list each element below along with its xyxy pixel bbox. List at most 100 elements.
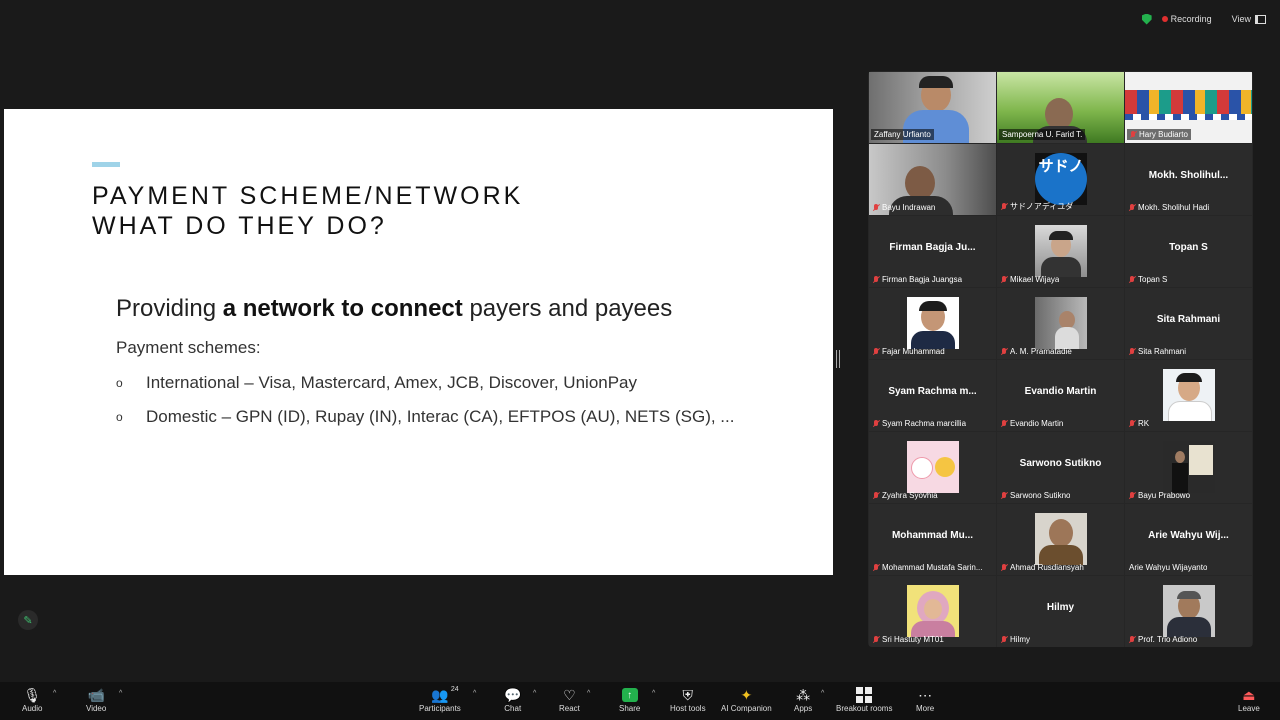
participant-name: Syam Rachma marcillia [873, 419, 966, 428]
participant-tile[interactable]: RK [1125, 360, 1252, 431]
participant-tile[interactable]: Zaffany Urfianto [869, 72, 996, 143]
participant-tile[interactable]: Syam Rachma m... Syam Rachma marcillia [869, 360, 996, 431]
react-button[interactable]: ♡ React [559, 686, 580, 714]
participant-name: Hary Budiarto [1127, 129, 1191, 140]
participant-tile[interactable]: Topan S Topan S [1125, 216, 1252, 287]
participant-tile[interactable]: Fajar Muhammad [869, 288, 996, 359]
video-options-chevron-icon[interactable]: ^ [119, 690, 122, 697]
leave-button[interactable]: ⏏ Leave [1238, 686, 1260, 714]
encryption-shield-icon[interactable] [1141, 13, 1152, 25]
participant-tile[interactable]: Evandio Martin Evandio Martin [997, 360, 1124, 431]
participant-name: Mokh. Sholihul Hadi [1129, 203, 1209, 212]
participant-tile[interactable]: Sarwono Sutikno Sarwono Sutikno [997, 432, 1124, 503]
participant-tile[interactable]: Prof. Trio Adiono [1125, 576, 1252, 647]
participant-tile[interactable]: Sita Rahmani Sita Rahmani [1125, 288, 1252, 359]
mic-muted-icon [873, 203, 879, 212]
participant-avatar [907, 441, 959, 493]
participant-name: Firman Bagja Juangsa [873, 275, 962, 284]
annotate-pencil-button[interactable]: ✎ [18, 610, 38, 630]
audio-options-chevron-icon[interactable]: ^ [53, 690, 56, 697]
mic-muted-icon [1001, 202, 1007, 211]
leave-door-icon: ⏏ [1242, 686, 1256, 703]
participant-tile[interactable]: Mikael Wijaya [997, 216, 1124, 287]
avatar-logo-text: サドノ [1035, 153, 1087, 205]
recording-indicator[interactable]: Recording [1161, 14, 1212, 24]
mic-muted-icon [873, 635, 879, 644]
apps-options-chevron-icon[interactable]: ^ [821, 690, 824, 697]
participant-tile[interactable]: Hilmy Hilmy [997, 576, 1124, 647]
video-button[interactable]: 📹 Video [86, 686, 106, 714]
participant-avatar [1163, 585, 1215, 637]
breakout-rooms-button[interactable]: Breakout rooms [836, 686, 892, 713]
participant-name: Ahmad Rusdiansyah [1001, 563, 1084, 572]
participant-name: Sita Rahmani [1129, 347, 1186, 356]
more-label: More [916, 704, 935, 713]
participant-tile[interactable]: Arie Wahyu Wij... Arie Wahyu Wijayanto [1125, 504, 1252, 575]
leave-label: Leave [1238, 704, 1260, 713]
shared-screen-slide: PAYMENT SCHEME/NETWORK WHAT DO THEY DO? … [4, 109, 833, 575]
participant-tile[interactable]: Mokh. Sholihul... Mokh. Sholihul Hadi [1125, 144, 1252, 215]
apps-button[interactable]: ⁂ Apps [794, 686, 812, 714]
participant-tile[interactable]: Zyahra Syovhia [869, 432, 996, 503]
chat-options-chevron-icon[interactable]: ^ [533, 690, 536, 697]
share-button[interactable]: ↑ Share [619, 686, 640, 713]
video-camera-icon: 📹 [87, 686, 105, 703]
participant-display-name: Arie Wahyu Wij... [1148, 530, 1229, 541]
participant-name: Bayu Indrawan [873, 203, 935, 212]
mic-muted-icon [1129, 491, 1135, 500]
participants-icon: 👥 24 [431, 686, 459, 703]
participant-name: RK [1129, 419, 1149, 428]
mic-muted-icon [873, 563, 879, 572]
view-button[interactable]: View [1232, 14, 1266, 24]
mic-muted-icon [873, 491, 879, 500]
ai-companion-button[interactable]: ✦ AI Companion [721, 686, 772, 714]
participant-tile[interactable]: Firman Bagja Ju... Firman Bagja Juangsa [869, 216, 996, 287]
mic-muted-icon [1129, 203, 1135, 212]
participant-tile[interactable]: Hary Budiarto [1125, 72, 1252, 143]
slide-subheading: Payment schemes: [116, 338, 261, 357]
participant-display-name: Sita Rahmani [1156, 314, 1221, 325]
participant-tile[interactable]: Bayu Indrawan [869, 144, 996, 215]
participant-gallery: Zaffany Urfianto Sampoerna U. Farid T. H… [868, 71, 1253, 647]
participant-tile[interactable]: Mohammad Mu... Mohammad Mustafa Sarin... [869, 504, 996, 575]
mic-muted-icon [1001, 419, 1007, 428]
participant-tile[interactable]: Bayu Prabowo [1125, 432, 1252, 503]
participant-tile[interactable]: A. M. Pramatadie [997, 288, 1124, 359]
pencil-icon: ✎ [23, 614, 33, 627]
shield-icon: ⛨ [682, 686, 694, 703]
participant-name: Topan S [1129, 275, 1167, 284]
breakout-rooms-label: Breakout rooms [836, 704, 893, 713]
participant-name: Bayu Prabowo [1129, 491, 1190, 500]
slide-title-line-2: WHAT DO THEY DO? [92, 212, 387, 240]
participant-name: Sampoerna U. Farid T. [999, 129, 1086, 140]
apps-icon: ⁂ [796, 686, 811, 703]
react-options-chevron-icon[interactable]: ^ [587, 690, 590, 697]
chat-button[interactable]: 💬 Chat [504, 686, 521, 714]
host-tools-button[interactable]: ⛨ Host tools [670, 686, 706, 714]
more-button[interactable]: ⋯ More [916, 686, 935, 714]
meeting-toolbar: 🎙 Audio ^ 📹 Video ^ 👥 24 Participants ^ 💬… [0, 682, 1280, 720]
mic-muted-icon [873, 275, 879, 284]
slide-bullet: o Domestic – GPN (ID), Rupay (IN), Inter… [116, 407, 734, 427]
participant-display-name: Firman Bagja Ju... [889, 242, 976, 253]
slide-title-line-1: PAYMENT SCHEME/NETWORK [92, 182, 524, 210]
share-options-chevron-icon[interactable]: ^ [652, 690, 655, 697]
panel-resize-handle[interactable] [836, 350, 840, 368]
audio-button[interactable]: 🎙 Audio [22, 686, 42, 714]
participant-tile[interactable]: サドノ サドノアディユダ [997, 144, 1124, 215]
heart-icon: ♡ [563, 686, 576, 703]
participants-options-chevron-icon[interactable]: ^ [473, 690, 476, 697]
participant-display-name: Evandio Martin [1024, 386, 1097, 397]
participant-tile[interactable]: Sri Hastuty MT01 [869, 576, 996, 647]
participant-avatar [1035, 513, 1087, 565]
participant-tile[interactable]: Ahmad Rusdiansyah [997, 504, 1124, 575]
participant-name: サドノアディユダ [1001, 201, 1073, 212]
mic-muted-icon [1001, 275, 1007, 284]
headline-post: payers and payees [462, 295, 673, 322]
participant-name: Sarwono Sutikno [1001, 491, 1070, 500]
slide-title: PAYMENT SCHEME/NETWORK WHAT DO THEY DO? [92, 181, 523, 241]
mic-muted-icon [1001, 491, 1007, 500]
participants-button[interactable]: 👥 24 Participants [419, 686, 461, 713]
participant-display-name: Syam Rachma m... [888, 386, 977, 397]
participant-tile[interactable]: Sampoerna U. Farid T. [997, 72, 1124, 143]
